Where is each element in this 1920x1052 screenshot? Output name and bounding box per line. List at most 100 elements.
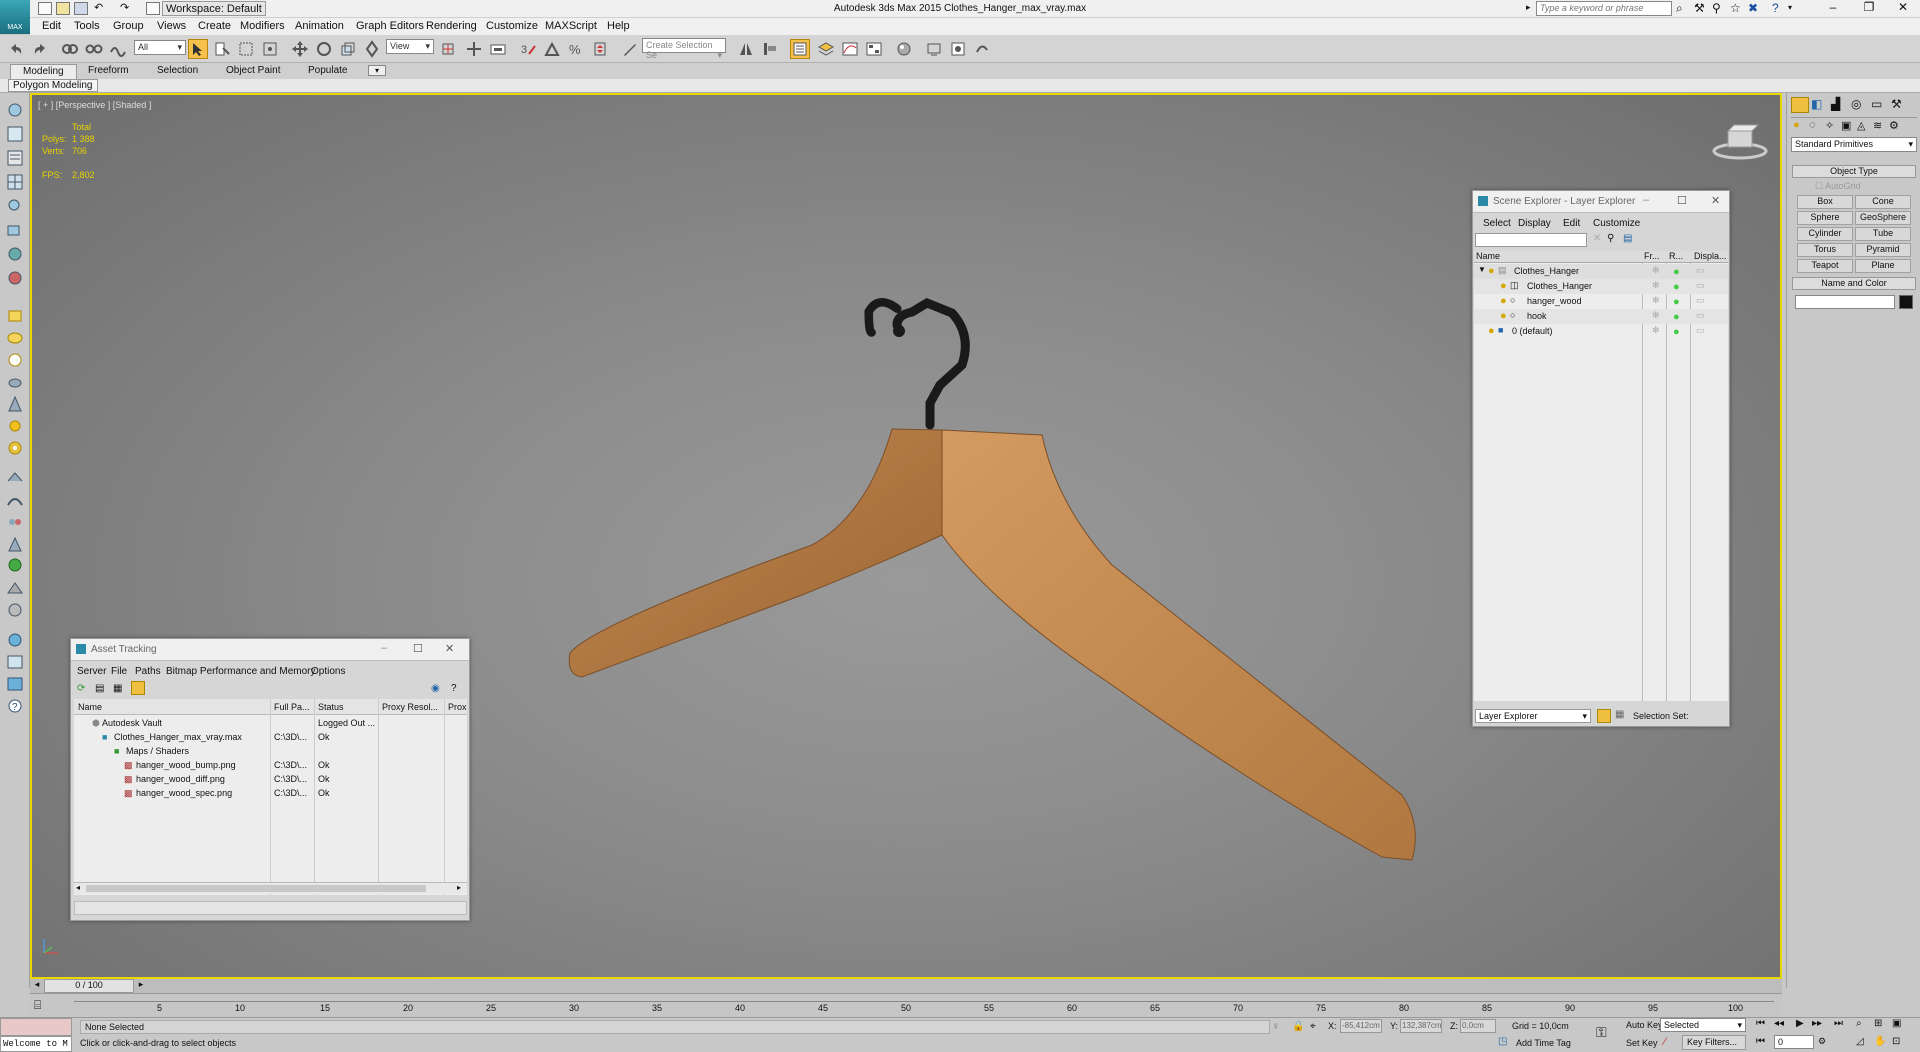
open-file-icon[interactable] (56, 2, 70, 15)
col-full-path[interactable]: Full Pa... (274, 702, 310, 712)
unlink-icon[interactable] (84, 39, 104, 59)
y-coordinate-field[interactable]: 132,387cm (1400, 1019, 1442, 1033)
render-teapot-icon[interactable]: ● (1673, 326, 1680, 338)
polygon-modeling-panel[interactable]: Polygon Modeling (8, 79, 98, 92)
torus-button[interactable]: Torus (1797, 243, 1853, 257)
communication-icon[interactable]: ⚲ (1712, 1, 1721, 15)
redo-icon[interactable] (30, 39, 50, 59)
menu-edit[interactable]: Edit (42, 20, 61, 32)
field-of-view-icon[interactable]: ◿ (1856, 1036, 1864, 1047)
col-status[interactable]: Status (318, 702, 344, 712)
table-row[interactable]: ▩ hanger_wood_diff.png C:\3D\... Ok (74, 772, 467, 787)
details-view-icon[interactable] (131, 681, 145, 695)
snaps-toggle-icon[interactable]: 3 (518, 39, 538, 59)
clear-search-icon[interactable]: ✕ (1593, 233, 1601, 244)
freeze-icon[interactable]: ✻ (1652, 325, 1660, 336)
menu-graph-editors[interactable]: Graph Editors (356, 20, 424, 32)
cloth-modifier-icon[interactable] (5, 513, 25, 531)
select-and-link-icon[interactable] (60, 39, 80, 59)
scene-maximize-button[interactable]: ☐ (1677, 194, 1687, 207)
selection-lock-icon[interactable]: 🔒 (1292, 1021, 1304, 1032)
tab-populate[interactable]: Populate (296, 64, 359, 79)
help-icon[interactable]: ? (1772, 1, 1779, 15)
scene-close-button[interactable]: ✕ (1711, 194, 1720, 207)
workspace-dropdown[interactable]: Workspace: Default ▾ (162, 1, 266, 28)
add-time-tag-button[interactable]: Add Time Tag (1516, 1038, 1571, 1048)
table-row[interactable]: ■ Clothes_Hanger_max_vray.max C:\3D\... … (74, 730, 467, 745)
time-slider-next-icon[interactable]: ▸ (134, 979, 148, 993)
asset-maximize-button[interactable]: ☐ (413, 642, 423, 655)
motion-icon[interactable] (5, 653, 25, 671)
previous-frame-icon[interactable]: ◂◂ (1774, 1018, 1784, 1029)
keyboard-shortcut-override-icon[interactable] (488, 39, 508, 59)
helpers-category-icon[interactable]: ◬ (1857, 119, 1865, 132)
autogrid-checkbox[interactable]: ☐ AutoGrid (1815, 181, 1861, 192)
render-setup-icon[interactable] (924, 39, 944, 59)
refresh-icon[interactable]: ⟳ (77, 683, 85, 694)
object-color-swatch[interactable] (1899, 295, 1913, 309)
viewport-label[interactable]: [ + ] [Perspective ] [Shaded ] (38, 100, 151, 110)
asset-path-field[interactable] (74, 901, 467, 915)
display-icon[interactable] (5, 631, 25, 649)
name-and-color-rollout[interactable]: Name and Color (1792, 277, 1916, 290)
display-box-icon[interactable]: ▭ (1696, 310, 1705, 321)
lights-category-icon[interactable]: ✧ (1825, 119, 1834, 132)
modify-tab-icon[interactable]: ◧ (1811, 97, 1822, 111)
selection-filter-dropdown[interactable]: All ▾ (134, 40, 186, 55)
circle-shape-icon[interactable] (5, 351, 25, 369)
select-manipulate-icon[interactable] (464, 39, 484, 59)
col-render[interactable]: R... (1669, 251, 1683, 261)
orbit-icon[interactable] (5, 101, 25, 119)
asset-menu-bitmap[interactable]: Bitmap Performance and Memory (166, 666, 316, 677)
layer-explorer-icon[interactable] (816, 39, 836, 59)
utilities-icon[interactable] (5, 675, 25, 693)
display-box-icon[interactable]: ▭ (1696, 295, 1705, 306)
undo-icon[interactable]: ↶ (94, 1, 103, 14)
scene-minimize-button[interactable]: – (1643, 194, 1649, 206)
teapot-primitive-icon[interactable] (5, 373, 25, 391)
menu-views[interactable]: Views (157, 20, 186, 32)
key-mode-toggle-icon[interactable]: ⏮ (1756, 1036, 1765, 1047)
rendered-frame-window-icon[interactable] (948, 39, 968, 59)
menu-group[interactable]: Group (113, 20, 144, 32)
question-help-icon[interactable]: ? (5, 697, 25, 715)
object-name-input[interactable] (1795, 295, 1895, 309)
help-dropdown-icon[interactable]: ▾ (1788, 3, 1792, 12)
align-icon[interactable] (760, 39, 780, 59)
explorer-type-dropdown[interactable]: Layer Explorer ▾ (1475, 709, 1591, 723)
pyramid-button[interactable]: Pyramid (1855, 243, 1911, 257)
teapot-button[interactable]: Teapot (1797, 259, 1853, 273)
light-bulb-icon[interactable]: ● (1488, 325, 1495, 337)
new-file-icon[interactable] (38, 2, 52, 15)
display-box-icon[interactable]: ▭ (1696, 280, 1705, 291)
asset-menu-server[interactable]: Server (77, 666, 106, 677)
modifier-stack-icon[interactable] (5, 469, 25, 487)
col-proxy-resolution[interactable]: Proxy Resol... (382, 702, 438, 712)
angle-snap-icon[interactable] (542, 39, 562, 59)
scene-explorer-title[interactable]: Scene Explorer - Layer Explorer (1473, 191, 1729, 213)
time-slider[interactable]: ◂ 0 / 100 ▸ (30, 979, 1782, 993)
asset-minimize-button[interactable]: – (381, 642, 387, 654)
list-view-icon[interactable]: ▤ (95, 683, 104, 694)
percent-snap-icon[interactable]: % (566, 39, 586, 59)
schematic-view-icon[interactable] (864, 39, 884, 59)
shapes-icon[interactable]: ◌ (1809, 119, 1816, 131)
maxscript-listener-input[interactable]: Welcome to M (0, 1036, 72, 1052)
freeze-icon[interactable]: ✻ (1652, 265, 1660, 276)
select-by-name-icon[interactable] (212, 39, 232, 59)
current-frame-field[interactable]: 0 (1774, 1035, 1814, 1049)
render-production-icon[interactable] (972, 39, 992, 59)
vault-login-icon[interactable]: ◉ (431, 683, 440, 694)
edit-named-selection-icon[interactable] (620, 39, 640, 59)
asset-menu-paths[interactable]: Paths (135, 666, 161, 677)
project-folder-icon[interactable] (146, 2, 160, 15)
minimize-button[interactable]: – (1814, 0, 1852, 17)
col-name[interactable]: Name (78, 702, 102, 712)
goto-start-icon[interactable]: ⏮ (1756, 1018, 1765, 1029)
maximize-viewport-icon[interactable]: ⊡ (1892, 1036, 1900, 1047)
material-editor-icon[interactable] (894, 39, 914, 59)
list-item[interactable]: ● ■ 0 (default) ✻ ● ▭ (1474, 324, 1728, 339)
render-teapot-icon[interactable]: ● (1673, 296, 1680, 308)
horizontal-scrollbar[interactable]: ◂ ▸ (74, 882, 467, 894)
zoom-all-icon[interactable]: ⊞ (1874, 1018, 1882, 1029)
